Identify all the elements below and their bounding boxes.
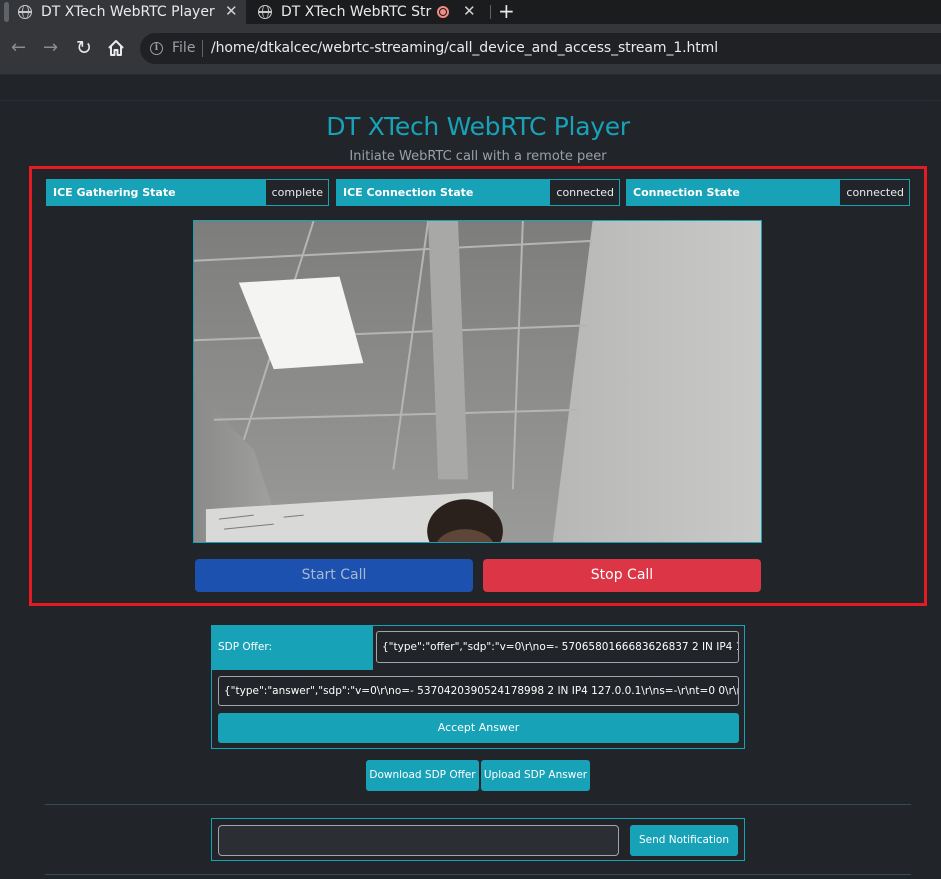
- send-notification-button[interactable]: Send Notification: [630, 825, 738, 856]
- tab-close-icon[interactable]: ✕: [225, 2, 238, 20]
- state-value: complete: [264, 180, 328, 205]
- omnibox-separator: [202, 40, 203, 57]
- globe-icon: [18, 5, 32, 19]
- section-divider: [45, 874, 911, 875]
- notification-panel: Send Notification: [211, 818, 745, 861]
- sdp-offer-field[interactable]: {"type":"offer","sdp":"v=0\r\no=- 570658…: [376, 631, 739, 663]
- reload-icon[interactable]: ↻: [76, 38, 92, 58]
- download-sdp-offer-button[interactable]: Download SDP Offer: [366, 760, 479, 791]
- upload-sdp-answer-button[interactable]: Upload SDP Answer: [481, 760, 590, 791]
- forward-arrow-icon[interactable]: →: [43, 38, 58, 58]
- ice-connection-state: ICE Connection State connected: [336, 179, 620, 206]
- remote-video[interactable]: [193, 220, 762, 543]
- tab-close-icon[interactable]: ✕: [463, 2, 476, 20]
- sdp-panel: SDP Offer: {"type":"offer","sdp":"v=0\r\…: [211, 625, 745, 749]
- state-value: connected: [839, 180, 909, 205]
- browser-tab-bar: DT XTech WebRTC Player ✕ DT XTech WebRTC…: [0, 0, 941, 24]
- state-label: ICE Connection State: [343, 186, 474, 199]
- state-value: connected: [549, 180, 619, 205]
- sdp-answer-field[interactable]: {"type":"answer","sdp":"v=0\r\no=- 53704…: [218, 676, 739, 706]
- browser-tab[interactable]: DT XTech WebRTC Str ✕: [246, 0, 490, 24]
- state-label: ICE Gathering State: [53, 186, 176, 199]
- page-divider: [0, 100, 941, 101]
- back-arrow-icon[interactable]: ←: [11, 38, 26, 58]
- info-icon[interactable]: i: [150, 42, 163, 55]
- accept-answer-button[interactable]: Accept Answer: [218, 713, 739, 743]
- tab-title: DT XTech WebRTC Player: [41, 4, 215, 20]
- globe-icon: [258, 5, 272, 19]
- browser-tab-active[interactable]: DT XTech WebRTC Player ✕: [0, 0, 246, 24]
- browser-toolbar: ← → ↻ i File /home/dtkalcec/webrtc-strea…: [0, 24, 941, 75]
- ice-gathering-state: ICE Gathering State complete: [46, 179, 329, 206]
- sdp-offer-label-cell: SDP Offer:: [212, 626, 373, 670]
- start-call-button[interactable]: Start Call: [195, 559, 473, 592]
- page-subtitle: Initiate WebRTC call with a remote peer: [349, 149, 607, 164]
- new-tab-icon[interactable]: +: [498, 0, 515, 23]
- scheme-label: File: [172, 40, 196, 56]
- url-text[interactable]: /home/dtkalcec/webrtc-streaming/call_dev…: [211, 40, 718, 56]
- recording-icon: [437, 6, 449, 18]
- tab-title: DT XTech WebRTC Str: [281, 4, 432, 20]
- section-divider: [45, 804, 911, 805]
- address-bar[interactable]: i File /home/dtkalcec/webrtc-streaming/c…: [140, 33, 941, 64]
- home-icon[interactable]: [106, 38, 126, 58]
- sdp-offer-label: SDP Offer:: [218, 641, 273, 653]
- page-title: DT XTech WebRTC Player: [326, 112, 630, 141]
- notification-input[interactable]: [218, 825, 619, 856]
- stop-call-button[interactable]: Stop Call: [483, 559, 761, 592]
- state-label: Connection State: [633, 186, 740, 199]
- tab-edge: [4, 2, 9, 22]
- tab-separator: [490, 5, 491, 19]
- connection-state: Connection State connected: [626, 179, 910, 206]
- page-content: DT XTech WebRTC Player Initiate WebRTC c…: [0, 76, 941, 879]
